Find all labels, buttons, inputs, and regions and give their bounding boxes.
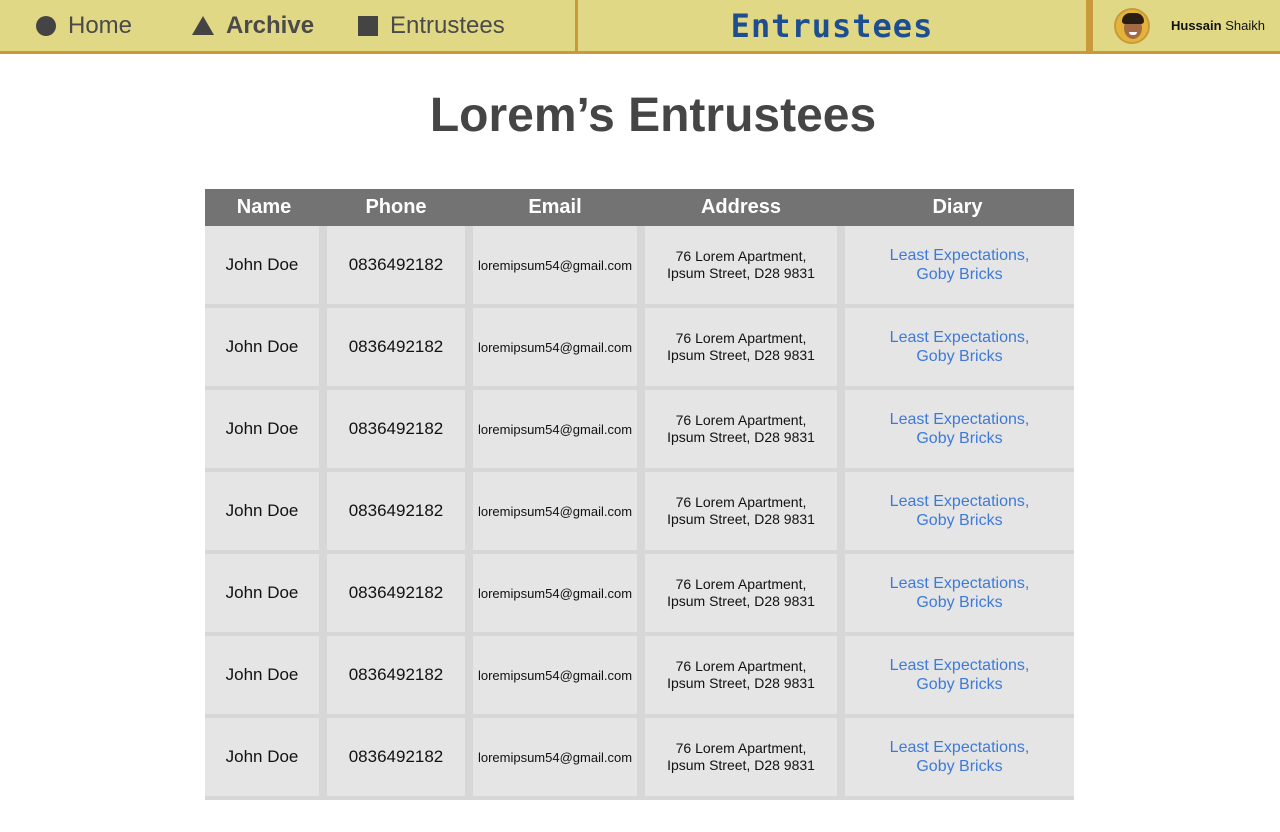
table-row: John Doe 0836492182 loremipsum54@gmail.com… xyxy=(205,390,1074,472)
cell-email: loremipsum54@gmail.com xyxy=(473,554,637,632)
diary-link[interactable]: Least Expectations, Goby Bricks xyxy=(845,554,1074,632)
cell-phone: 0836492182 xyxy=(327,308,465,386)
nav-archive-label: Archive xyxy=(226,11,315,39)
nav-home[interactable]: Home xyxy=(36,0,132,51)
avatar[interactable] xyxy=(1114,7,1150,44)
top-navigation-bar: Home Archive Entrustees Entrustees Hussa… xyxy=(0,0,1280,54)
address-line-2: Ipsum Street, D28 9831 xyxy=(667,265,815,281)
cell-address: 76 Lorem Apartment, Ipsum Street, D28 983… xyxy=(645,472,837,550)
diary-line-1: Least Expectations, xyxy=(889,493,1030,510)
diary-link[interactable]: Least Expectations, Goby Bricks xyxy=(845,718,1074,796)
cell-email: loremipsum54@gmail.com xyxy=(473,636,637,714)
table-header: Name Phone Email Address Diary xyxy=(205,189,1074,226)
page-title: Lorem’s Entrustees xyxy=(429,89,877,142)
cell-name: John Doe xyxy=(205,472,319,550)
table-body: John Doe 0836492182 loremipsum54@gmail.com… xyxy=(205,226,1074,800)
cell-phone: 0836492182 xyxy=(327,718,465,796)
address-line-1: 76 Lorem Apartment, xyxy=(675,412,807,428)
diary-line-2: Goby Bricks xyxy=(916,266,1003,283)
address-line-1: 76 Lorem Apartment, xyxy=(675,248,807,264)
address-line-2: Ipsum Street, D28 9831 xyxy=(667,511,815,527)
diary-line-2: Goby Bricks xyxy=(916,348,1003,365)
address-line-1: 76 Lorem Apartment, xyxy=(675,330,807,346)
cell-name: John Doe xyxy=(205,636,319,714)
diary-line-2: Goby Bricks xyxy=(916,594,1003,611)
column-header-phone: Phone xyxy=(365,196,427,218)
diary-link[interactable]: Least Expectations, Goby Bricks xyxy=(845,226,1074,304)
diary-link[interactable]: Least Expectations, Goby Bricks xyxy=(845,308,1074,386)
cell-email: loremipsum54@gmail.com xyxy=(473,472,637,550)
address-line-1: 76 Lorem Apartment, xyxy=(675,576,807,592)
cell-name: John Doe xyxy=(205,718,319,796)
table-row: John Doe 0836492182 loremipsum54@gmail.com… xyxy=(205,718,1074,800)
diary-line-1: Least Expectations, xyxy=(889,247,1030,264)
address-line-1: 76 Lorem Apartment, xyxy=(675,658,807,674)
square-icon xyxy=(358,15,378,36)
cell-address: 76 Lorem Apartment, Ipsum Street, D28 983… xyxy=(645,226,837,304)
diary-link[interactable]: Least Expectations, Goby Bricks xyxy=(845,390,1074,468)
address-line-2: Ipsum Street, D28 9831 xyxy=(667,675,815,691)
diary-line-1: Least Expectations, xyxy=(889,575,1030,592)
address-line-2: Ipsum Street, D28 9831 xyxy=(667,347,815,363)
diary-line-2: Goby Bricks xyxy=(916,676,1003,693)
table-row: John Doe 0836492182 loremipsum54@gmail.com… xyxy=(205,308,1074,390)
cell-address: 76 Lorem Apartment, Ipsum Street, D28 983… xyxy=(645,718,837,796)
user-profile[interactable]: Hussain Shaikh xyxy=(1114,0,1265,51)
user-name: Hussain Shaikh xyxy=(1171,18,1265,33)
divider xyxy=(1086,0,1093,51)
diary-link[interactable]: Least Expectations, Goby Bricks xyxy=(845,472,1074,550)
address-line-1: 76 Lorem Apartment, xyxy=(675,494,807,510)
user-first-name: Hussain xyxy=(1171,18,1222,33)
cell-name: John Doe xyxy=(205,554,319,632)
cell-address: 76 Lorem Apartment, Ipsum Street, D28 983… xyxy=(645,308,837,386)
diary-line-1: Least Expectations, xyxy=(889,411,1030,428)
triangle-icon xyxy=(192,16,214,35)
diary-line-1: Least Expectations, xyxy=(889,329,1030,346)
cell-phone: 0836492182 xyxy=(327,472,465,550)
address-line-1: 76 Lorem Apartment, xyxy=(675,740,807,756)
cell-phone: 0836492182 xyxy=(327,636,465,714)
address-line-2: Ipsum Street, D28 9831 xyxy=(667,429,815,445)
column-header-email: Email xyxy=(528,196,582,218)
nav-home-label: Home xyxy=(68,11,133,39)
circle-icon xyxy=(36,15,56,36)
table-row: John Doe 0836492182 loremipsum54@gmail.com… xyxy=(205,554,1074,636)
address-line-2: Ipsum Street, D28 9831 xyxy=(667,757,815,773)
cell-name: John Doe xyxy=(205,308,319,386)
column-header-diary: Diary xyxy=(932,196,983,218)
diary-line-2: Goby Bricks xyxy=(916,512,1003,529)
cell-phone: 0836492182 xyxy=(327,390,465,468)
table-row: John Doe 0836492182 loremipsum54@gmail.com… xyxy=(205,636,1074,718)
nav-entrustees-label: Entrustees xyxy=(390,11,505,39)
column-header-address: Address xyxy=(700,196,782,218)
cell-phone: 0836492182 xyxy=(327,554,465,632)
diary-line-1: Least Expectations, xyxy=(889,739,1030,756)
user-last-name: Shaikh xyxy=(1225,18,1265,33)
cell-email: loremipsum54@gmail.com xyxy=(473,226,637,304)
entrustees-table: Name Phone Email Address Diary John Doe 0… xyxy=(205,189,1074,800)
nav-archive[interactable]: Archive xyxy=(192,0,314,51)
cell-name: John Doe xyxy=(205,390,319,468)
nav-entrustees[interactable]: Entrustees xyxy=(358,0,505,51)
diary-link[interactable]: Least Expectations, Goby Bricks xyxy=(845,636,1074,714)
diary-line-2: Goby Bricks xyxy=(916,758,1003,775)
cell-address: 76 Lorem Apartment, Ipsum Street, D28 983… xyxy=(645,390,837,468)
cell-name: John Doe xyxy=(205,226,319,304)
table-row: John Doe 0836492182 loremipsum54@gmail.com… xyxy=(205,226,1074,308)
cell-email: loremipsum54@gmail.com xyxy=(473,390,637,468)
diary-line-2: Goby Bricks xyxy=(916,430,1003,447)
cell-email: loremipsum54@gmail.com xyxy=(473,718,637,796)
cell-address: 76 Lorem Apartment, Ipsum Street, D28 983… xyxy=(645,554,837,632)
diary-line-1: Least Expectations, xyxy=(889,657,1030,674)
app-brand-title: Entrustees xyxy=(730,6,934,45)
cell-address: 76 Lorem Apartment, Ipsum Street, D28 983… xyxy=(645,636,837,714)
table-row: John Doe 0836492182 loremipsum54@gmail.com… xyxy=(205,472,1074,554)
cell-phone: 0836492182 xyxy=(327,226,465,304)
address-line-2: Ipsum Street, D28 9831 xyxy=(667,593,815,609)
column-header-name: Name xyxy=(236,196,292,218)
cell-email: loremipsum54@gmail.com xyxy=(473,308,637,386)
